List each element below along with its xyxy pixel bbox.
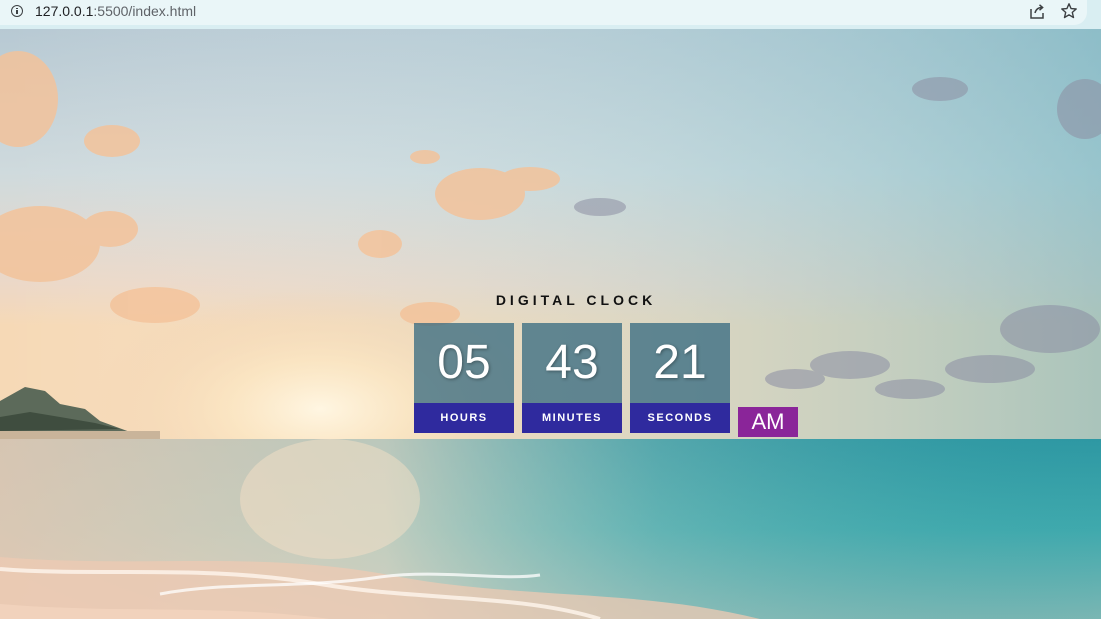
- seconds-label: SECONDS: [630, 403, 730, 433]
- hours-value: 05: [414, 323, 514, 403]
- hours-box: 05 HOURS: [414, 323, 514, 433]
- minutes-value: 43: [522, 323, 622, 403]
- period-badge: AM: [738, 407, 798, 437]
- url-host: 127.0.0.1: [35, 3, 94, 19]
- share-icon[interactable]: [1028, 3, 1046, 20]
- seconds-box: 21 SECONDS: [630, 323, 730, 433]
- browser-toolbar: 127.0.0.1:5500/index.html: [0, 0, 1101, 29]
- seconds-value: 21: [630, 323, 730, 403]
- beach-background: DIGITAL CLOCK 05 HOURS 43 MINUTES 21 SEC…: [0, 29, 1101, 619]
- url-path: :5500/index.html: [93, 3, 197, 19]
- clock-title: DIGITAL CLOCK: [495, 292, 657, 308]
- hours-label: HOURS: [414, 403, 514, 433]
- minutes-box: 43 MINUTES: [522, 323, 622, 433]
- url-text[interactable]: 127.0.0.1:5500/index.html: [35, 3, 196, 20]
- minutes-label: MINUTES: [522, 403, 622, 433]
- star-icon[interactable]: [1060, 2, 1078, 20]
- address-bar[interactable]: 127.0.0.1:5500/index.html: [0, 0, 1087, 25]
- info-icon[interactable]: [11, 5, 23, 17]
